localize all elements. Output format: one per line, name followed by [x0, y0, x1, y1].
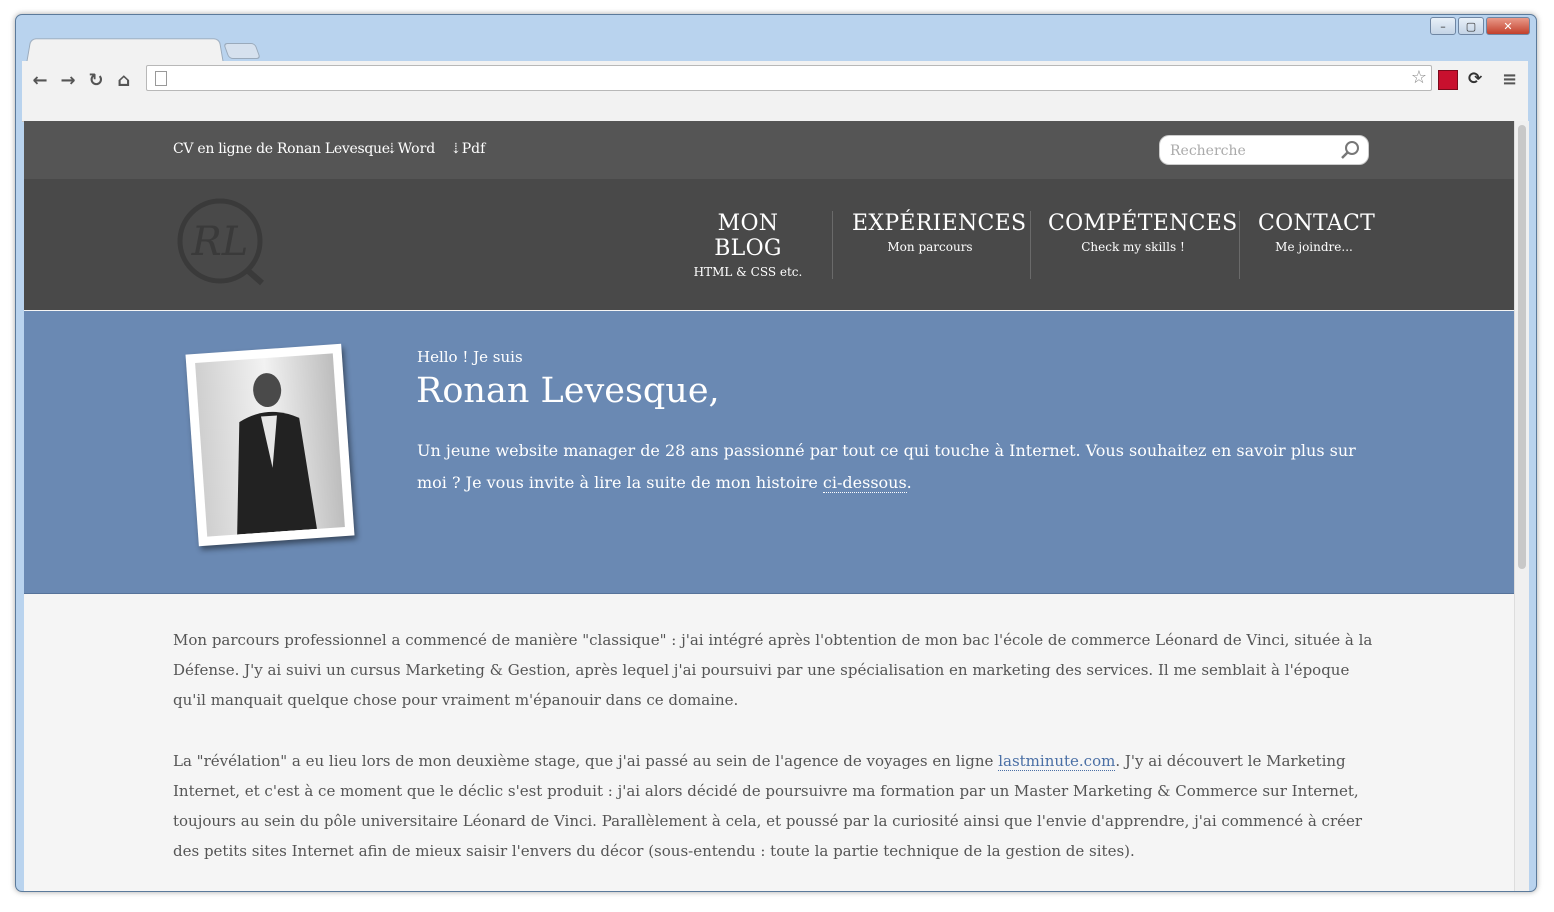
hero-section: Hello ! Je suis Ronan Levesque, Un jeune…: [24, 311, 1514, 594]
paragraph: Mon parcours professionnel a commencé de…: [173, 631, 1373, 709]
profile-photo-image: [195, 353, 345, 537]
hero-intro: Un jeune website manager de 28 ans passi…: [417, 435, 1367, 499]
site-header: RL MON BLOG HTML & CSS etc. EXPÉRIENCES …: [24, 179, 1514, 310]
nav-title: EXPÉRIENCES: [852, 211, 1027, 236]
nav-item-contact[interactable]: CONTACT Me joindre...: [1258, 211, 1376, 254]
logo[interactable]: RL: [176, 197, 266, 287]
browser-window: – ▢ ✕ ← → ↻ ⌂ ☆ ⟳ ≡ CV en ligne de Ronan…: [15, 14, 1537, 892]
profile-photo: [185, 343, 355, 547]
bookmark-star-icon[interactable]: ☆: [1411, 67, 1427, 88]
menu-icon[interactable]: ≡: [1502, 69, 1517, 90]
address-bar[interactable]: ☆: [146, 65, 1432, 91]
paragraph-text: La "révélation" a eu lieu lors de mon de…: [173, 752, 999, 770]
nav-item-experiences[interactable]: EXPÉRIENCES Mon parcours: [852, 211, 1027, 254]
site-topbar: CV en ligne de Ronan Levesque ⇣Word ⇣Pdf: [24, 121, 1514, 180]
sync-icon[interactable]: ⟳: [1468, 69, 1482, 89]
download-icon: ⇣: [450, 141, 462, 157]
nav-separator: [1030, 211, 1031, 279]
hero-greeting: Hello ! Je suis: [417, 348, 523, 366]
maximize-button[interactable]: ▢: [1458, 17, 1484, 35]
lastminute-link[interactable]: lastminute.com: [998, 752, 1116, 771]
back-arrow-icon[interactable]: ←: [28, 69, 52, 91]
cv-title: CV en ligne de Ronan Levesque: [173, 141, 390, 157]
download-pdf-label: Pdf: [461, 141, 486, 157]
scrollbar-thumb[interactable]: [1518, 125, 1526, 569]
home-icon[interactable]: ⌂: [112, 69, 136, 91]
minimize-button[interactable]: –: [1430, 17, 1456, 35]
new-tab-button[interactable]: [223, 43, 261, 59]
reload-icon[interactable]: ↻: [84, 69, 108, 91]
paragraph: La "révélation" a eu lieu lors de mon de…: [173, 746, 1373, 866]
nav-subtitle: Mon parcours: [887, 240, 973, 254]
nav-separator: [832, 211, 833, 279]
window-controls: – ▢ ✕: [1430, 17, 1530, 35]
nav-separator: [1239, 211, 1240, 279]
download-icon: ⇣: [386, 141, 398, 157]
nav-subtitle: HTML & CSS etc.: [693, 265, 803, 279]
hero-name: Ronan Levesque,: [416, 371, 720, 411]
main-content: Mon parcours professionnel a commencé de…: [173, 625, 1373, 891]
download-pdf-link[interactable]: ⇣Pdf: [450, 141, 485, 157]
search-box: [1159, 135, 1369, 165]
nav-subtitle: Me joindre...: [1275, 240, 1353, 254]
search-input[interactable]: [1168, 140, 1342, 162]
close-button[interactable]: ✕: [1486, 17, 1530, 35]
hero-intro-end: .: [906, 473, 912, 492]
search-icon[interactable]: [1340, 140, 1360, 160]
nav-title: MON BLOG: [714, 211, 782, 261]
nav-title: COMPÉTENCES: [1048, 211, 1238, 236]
logo-text: RL: [191, 219, 249, 265]
page-viewport: CV en ligne de Ronan Levesque ⇣Word ⇣Pdf…: [24, 121, 1514, 891]
nav-title: CONTACT: [1258, 211, 1376, 236]
extension-icon[interactable]: [1438, 70, 1458, 90]
nav-item-blog[interactable]: MON BLOG HTML & CSS etc.: [688, 211, 808, 279]
browser-toolbar: ← → ↻ ⌂ ☆ ⟳ ≡: [22, 61, 1528, 122]
page-icon: [155, 71, 167, 86]
read-more-link[interactable]: ci-dessous: [822, 473, 907, 493]
scrollbar[interactable]: [1514, 121, 1529, 891]
download-word-link[interactable]: ⇣Word: [386, 141, 435, 157]
download-word-label: Word: [397, 141, 436, 157]
forward-arrow-icon[interactable]: →: [56, 69, 80, 91]
nav-subtitle: Check my skills !: [1081, 240, 1185, 254]
nav-item-competences[interactable]: COMPÉTENCES Check my skills !: [1048, 211, 1238, 254]
